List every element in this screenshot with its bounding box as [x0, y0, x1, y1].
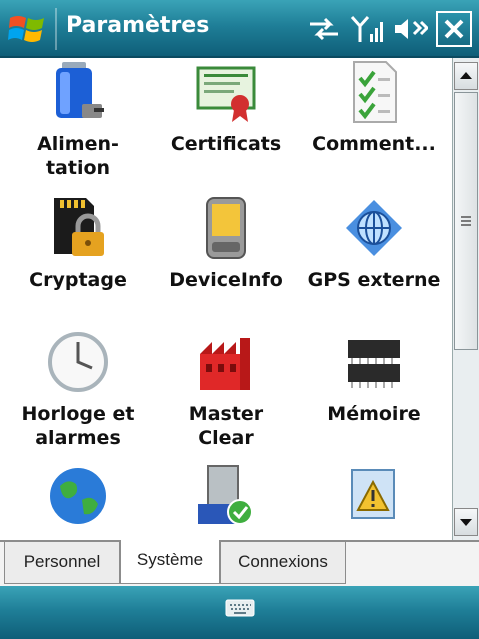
settings-item-encryption[interactable]: Cryptage: [4, 196, 152, 292]
battery-icon: [56, 62, 104, 118]
factory-icon: [200, 338, 250, 390]
settings-item-label: Certificats: [170, 133, 282, 155]
signal-strength-icon[interactable]: [350, 14, 384, 44]
arrow-down-icon: [460, 519, 472, 526]
settings-item-master-clear[interactable]: Master Clear: [152, 330, 300, 450]
tab-systeme[interactable]: Système: [120, 540, 220, 584]
windows-flag-icon: [8, 16, 44, 42]
tab-connexions[interactable]: Connexions: [220, 542, 346, 584]
warning-window-icon: [351, 469, 395, 519]
settings-item-label: Horloge et alarmes: [21, 403, 135, 449]
window-title: Paramètres: [66, 13, 210, 38]
arrow-up-icon: [460, 72, 472, 79]
settings-item-label: Comment...: [312, 133, 436, 155]
tab-personnel[interactable]: Personnel: [4, 542, 120, 584]
settings-item-error-reporting[interactable]: [300, 464, 448, 536]
tab-strip: Personnel Système Connexions: [0, 540, 479, 586]
settings-item-external-gps[interactable]: GPS externe: [300, 196, 448, 292]
scroll-up-button[interactable]: [454, 62, 478, 90]
settings-item-regional[interactable]: [4, 464, 152, 536]
settings-item-deviceinfo[interactable]: DeviceInfo: [152, 196, 300, 292]
building-check-icon: [198, 465, 253, 525]
keyboard-icon: [225, 599, 255, 617]
settings-item-label: Master Clear: [188, 403, 264, 449]
settings-item-power[interactable]: Alimen- tation: [4, 60, 152, 180]
sync-arrows-icon[interactable]: [306, 14, 342, 44]
settings-item-label: Alimen- tation: [37, 133, 119, 179]
certificate-icon: [196, 66, 256, 122]
settings-grid: Alimen- tation Certificats Comment... Cr…: [0, 58, 452, 540]
sd-card-lock-icon: [54, 198, 104, 256]
close-icon: [444, 19, 464, 39]
pda-device-icon: [206, 197, 246, 259]
settings-item-memory[interactable]: Mémoire: [300, 330, 448, 426]
settings-item-remove-programs[interactable]: [152, 464, 300, 536]
settings-item-label: Cryptage: [29, 269, 127, 291]
keyboard-button[interactable]: [225, 597, 255, 619]
vertical-scrollbar[interactable]: [452, 58, 479, 540]
memory-chip-icon: [348, 340, 400, 388]
grip-icon: [461, 216, 471, 226]
settings-item-comment[interactable]: Comment...: [300, 60, 448, 156]
bottom-bar: [0, 586, 479, 639]
close-button[interactable]: [436, 11, 472, 47]
settings-item-label: GPS externe: [307, 269, 441, 291]
scroll-thumb[interactable]: [454, 92, 478, 350]
settings-item-label: Mémoire: [327, 403, 421, 425]
start-button[interactable]: [6, 10, 50, 48]
settings-item-clock-alarms[interactable]: Horloge et alarmes: [4, 330, 152, 450]
scroll-down-button[interactable]: [454, 508, 478, 536]
settings-item-label: DeviceInfo: [169, 269, 283, 291]
title-separator: [55, 8, 57, 50]
title-bar: Paramètres: [0, 0, 479, 58]
clock-icon: [48, 332, 108, 392]
gps-globe-icon: [346, 200, 402, 256]
settings-item-certificates[interactable]: Certificats: [152, 60, 300, 156]
checklist-icon: [353, 61, 397, 123]
speaker-muted-icon[interactable]: [392, 14, 428, 44]
globe-icon: [50, 468, 106, 524]
